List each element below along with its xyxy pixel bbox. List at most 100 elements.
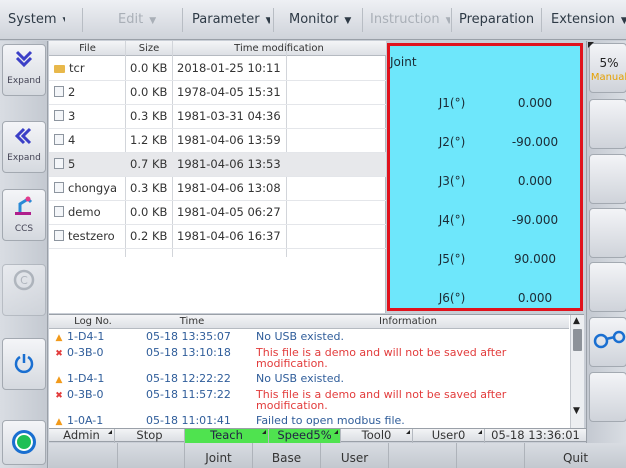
- menu-parameter[interactable]: Parameter ▼: [184, 0, 270, 40]
- joint-panel-title: Joint: [390, 55, 417, 69]
- joint-row: J4(°) -90.000: [390, 213, 580, 233]
- file-name: 2: [68, 85, 76, 99]
- header-log-info[interactable]: Information: [247, 315, 569, 329]
- copyright-circle-icon: C: [3, 268, 45, 299]
- joint-label: J3(°): [438, 174, 466, 188]
- file-row[interactable]: chongya 0.3 KB 1981-04-06 13:08: [49, 177, 386, 201]
- log-info: No USB existed.: [256, 330, 344, 343]
- power-icon: [3, 351, 45, 382]
- file-row[interactable]: 2 0.0 KB 1978-04-05 15:31: [49, 81, 386, 105]
- file-row[interactable]: tcr 0.0 KB 2018-01-25 10:11: [49, 57, 386, 81]
- status-user-frame-value: User0: [431, 429, 466, 442]
- log-time: 05-18 11:01:41: [146, 415, 231, 427]
- status-user-frame[interactable]: User0: [413, 429, 485, 443]
- coordinate-button[interactable]: C: [2, 264, 46, 316]
- log-time: 05-18 11:57:22: [146, 388, 231, 401]
- menu-preparation[interactable]: Preparation▼: [453, 0, 539, 40]
- robot-arm-icon: [3, 193, 45, 224]
- robot-gripper-icon: [592, 328, 626, 358]
- log-row[interactable]: ▲ 1-D4-1 05-18 13:35:07 No USB existed.: [49, 331, 569, 345]
- menu-system-label: System: [8, 12, 57, 27]
- bottom-button-6[interactable]: [389, 443, 457, 468]
- expand-left-button[interactable]: Expand: [2, 121, 46, 173]
- header-file[interactable]: File: [49, 41, 126, 56]
- bottom-button-2[interactable]: [118, 443, 185, 468]
- menu-extension[interactable]: Extension ▼: [543, 0, 626, 40]
- svg-text:C: C: [20, 274, 28, 287]
- scroll-thumb[interactable]: [573, 329, 582, 351]
- file-row[interactable]: 5 0.7 KB 1981-04-06 13:53: [49, 153, 386, 177]
- right-button-2[interactable]: [589, 99, 626, 149]
- ccs-button[interactable]: CCS: [2, 189, 46, 241]
- right-button-4[interactable]: [589, 208, 626, 258]
- right-button-5[interactable]: [589, 262, 626, 312]
- status-user[interactable]: Admin: [49, 429, 115, 443]
- log-row[interactable]: ▲ 1-0A-1 05-18 11:01:41 Failed to open modb…: [49, 415, 569, 427]
- chevron-down-icon: ▼: [344, 16, 352, 26]
- menu-monitor[interactable]: Monitor ▼: [275, 0, 360, 40]
- header-log-no[interactable]: Log No.: [49, 315, 137, 329]
- bottom-bar: Joint Base User Quit: [49, 443, 626, 468]
- run-button[interactable]: [2, 420, 46, 465]
- menu-instruction[interactable]: Instruction ▼: [364, 0, 450, 40]
- menu-edit[interactable]: Edit ▼: [84, 0, 179, 40]
- joint-button[interactable]: Joint: [185, 443, 253, 468]
- joint-button-label: Joint: [205, 451, 232, 465]
- quit-button[interactable]: Quit: [525, 443, 626, 468]
- file-time: 1981-03-31 04:36: [177, 109, 281, 123]
- file-size: 0.7 KB: [130, 157, 168, 171]
- corner-marker-icon: [108, 430, 112, 434]
- file-name: chongya: [68, 181, 118, 195]
- joint-row: J6(°) 0.000: [390, 291, 580, 311]
- expand-label: Expand: [7, 76, 41, 86]
- right-button-3[interactable]: [589, 154, 626, 204]
- log-no-cell: ▲ 1-D4-1: [54, 373, 134, 386]
- file-name-cell: 4: [54, 129, 122, 152]
- quit-button-label: Quit: [562, 451, 589, 465]
- chevron-down-icon: ▼: [62, 16, 65, 26]
- robot-button[interactable]: [589, 317, 626, 367]
- log-row[interactable]: ✖ 0-3B-0 05-18 13:10:18 This file is a demo…: [49, 347, 569, 371]
- user-button[interactable]: User: [321, 443, 389, 468]
- expand-down-button[interactable]: Expand: [2, 44, 46, 96]
- log-no-cell: ✖ 0-3B-0: [54, 347, 134, 360]
- speed-button[interactable]: 5% Manual: [588, 42, 626, 93]
- header-log-time[interactable]: Time: [137, 315, 247, 329]
- file-name: demo: [68, 205, 101, 219]
- bottom-button-1[interactable]: [49, 443, 118, 468]
- bottom-button-7[interactable]: [457, 443, 525, 468]
- header-size[interactable]: Size: [126, 41, 172, 56]
- file-row[interactable]: demo 0.0 KB 1981-04-05 06:27: [49, 201, 386, 225]
- base-button[interactable]: Base: [253, 443, 321, 468]
- log-scrollbar[interactable]: ▲ ▼: [570, 315, 584, 429]
- status-bar: Admin Stop Teach Speed5% Tool0 User0 05-…: [49, 428, 586, 443]
- status-mode[interactable]: Teach: [185, 429, 269, 443]
- corner-marker-icon: [406, 430, 410, 434]
- menu-system[interactable]: System ▼: [0, 0, 65, 40]
- file-table-header: File Size Time modification: [49, 41, 386, 56]
- log-table: Log No. Time Information ▲ 1-D4-1 05-18 13…: [49, 314, 584, 429]
- power-button[interactable]: [2, 338, 46, 390]
- status-tool-value: Tool0: [361, 429, 392, 442]
- file-row[interactable]: 3 0.3 KB 1981-03-31 04:36: [49, 105, 386, 129]
- chevron-double-left-icon: [3, 125, 45, 153]
- status-tool[interactable]: Tool0: [341, 429, 413, 443]
- file-name-cell: 3: [54, 105, 122, 128]
- menu-parameter-label: Parameter: [192, 12, 260, 27]
- file-name-cell: testzero: [54, 225, 122, 248]
- right-button-7[interactable]: [589, 372, 626, 422]
- file-row[interactable]: 4 1.2 KB 1981-04-06 13:59: [49, 129, 386, 153]
- log-row[interactable]: ✖ 0-3B-0 05-18 11:57:22 This file is a demo…: [49, 389, 569, 413]
- log-row[interactable]: ▲ 1-D4-1 05-18 12:22:22 No USB existed.: [49, 373, 569, 387]
- status-speed[interactable]: Speed5%: [269, 429, 341, 443]
- file-name-cell: 5: [54, 153, 122, 176]
- scroll-down-icon[interactable]: ▼: [573, 406, 580, 416]
- corner-marker-icon: [588, 42, 594, 48]
- scroll-up-icon[interactable]: ▲: [573, 316, 580, 326]
- joint-value: 0.000: [517, 291, 553, 305]
- file-row[interactable]: testzero 0.2 KB 1981-04-06 16:37: [49, 225, 386, 249]
- user-button-label: User: [340, 451, 369, 465]
- ccs-label: CCS: [14, 224, 34, 234]
- header-time[interactable]: Time modification: [172, 41, 386, 56]
- file-name-cell: chongya: [54, 177, 122, 200]
